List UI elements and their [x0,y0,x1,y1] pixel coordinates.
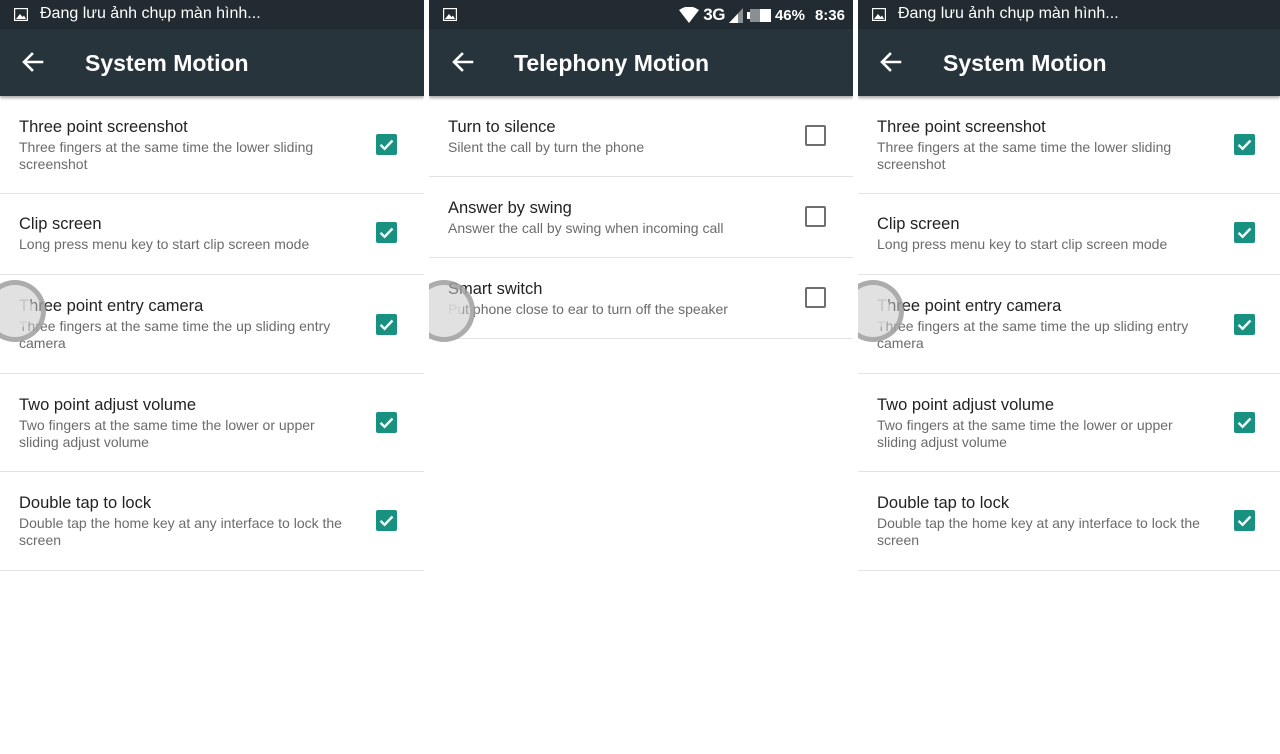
arrow-left-icon[interactable] [20,49,46,75]
app-toolbar: System Motion [858,29,1280,96]
setting-summary: Two fingers at the same time the lower o… [877,417,1173,450]
setting-summary: Three fingers at the same time the lower… [19,139,314,172]
setting-title: Three point screenshot [877,118,1046,136]
setting-title: Three point screenshot [19,118,188,136]
setting-row-smart-switch[interactable]: Smart switch Put phone close to ear to t… [429,258,853,339]
wifi-icon [679,7,700,23]
setting-summary: Three fingers at the same time the up sl… [19,318,331,351]
checkmark-icon [379,227,394,239]
setting-checkbox[interactable] [805,287,826,308]
setting-title: Two point adjust volume [877,396,1055,414]
setting-row-clip-screen[interactable]: Clip screen Long press menu key to start… [0,194,424,275]
signal-icon [728,7,743,23]
setting-title: Double tap to lock [877,494,1010,512]
setting-title: Smart switch [448,280,543,298]
setting-title: Double tap to lock [19,494,152,512]
checkmark-icon [1237,515,1252,527]
setting-checkbox[interactable] [376,412,397,433]
setting-title: Clip screen [19,215,102,233]
status-bar: Đang lưu ảnh chụp màn hình... [858,0,1280,29]
screen-system-motion-left: Đang lưu ảnh chụp màn hình... System Mot… [0,0,424,754]
setting-title: Two point adjust volume [19,396,197,414]
setting-checkbox[interactable] [1234,412,1255,433]
status-bar: Đang lưu ảnh chụp màn hình... [0,0,424,29]
settings-list: Three point screenshot Three fingers at … [0,96,424,571]
checkmark-icon [1237,139,1252,151]
checkmark-icon [379,139,394,151]
setting-checkbox[interactable] [805,125,826,146]
notification-text: Đang lưu ảnh chụp màn hình... [40,5,261,22]
setting-summary: Three fingers at the same time the lower… [877,139,1172,172]
app-toolbar: System Motion [0,29,424,96]
battery-icon [746,8,771,22]
network-type: 3G [703,5,725,24]
app-toolbar: Telephony Motion [429,29,853,96]
setting-row-turn-to-silence[interactable]: Turn to silence Silent the call by turn … [429,96,853,177]
screen-system-motion-right: Đang lưu ảnh chụp màn hình... System Mot… [858,0,1280,754]
setting-row-two-point-adjust-volume[interactable]: Two point adjust volume Two fingers at t… [0,374,424,472]
screen-telephony-motion: 3G 46% 8:36 Telephony Motion Turn to sil… [429,0,853,754]
setting-summary: Long press menu key to start clip screen… [19,236,310,252]
clock: 8:36 [814,6,845,24]
image-notification-icon [14,8,28,21]
image-notification-icon [443,8,457,21]
setting-row-three-point-screenshot[interactable]: Three point screenshot Three fingers at … [0,96,424,194]
setting-summary: Silent the call by turn the phone [448,139,645,155]
checkmark-icon [1237,319,1252,331]
setting-checkbox[interactable] [376,222,397,243]
notification-text: Đang lưu ảnh chụp màn hình... [898,5,1119,22]
setting-checkbox[interactable] [376,314,397,335]
arrow-left-icon[interactable] [878,49,904,75]
setting-row-answer-by-swing[interactable]: Answer by swing Answer the call by swing… [429,177,853,258]
setting-row-three-point-screenshot[interactable]: Three point screenshot Three fingers at … [858,96,1280,194]
checkmark-icon [1237,227,1252,239]
setting-title: Three point entry camera [877,297,1062,315]
setting-row-two-point-adjust-volume[interactable]: Two point adjust volume Two fingers at t… [858,374,1280,472]
setting-summary: Double tap the home key at any interface… [19,515,342,548]
setting-checkbox[interactable] [376,134,397,155]
setting-row-double-tap-to-lock[interactable]: Double tap to lock Double tap the home k… [858,472,1280,571]
setting-checkbox[interactable] [1234,314,1255,335]
page-title: System Motion [85,50,249,76]
setting-summary: Answer the call by swing when incoming c… [448,220,724,236]
setting-title: Clip screen [877,215,960,233]
setting-summary: Three fingers at the same time the up sl… [877,318,1189,351]
setting-summary: Double tap the home key at any interface… [877,515,1200,548]
setting-checkbox[interactable] [376,510,397,531]
setting-title: Three point entry camera [19,297,204,315]
setting-checkbox[interactable] [805,206,826,227]
status-icons: 3G 46% 8:36 [679,5,845,25]
setting-checkbox[interactable] [1234,510,1255,531]
setting-row-three-point-entry-camera[interactable]: Three point entry camera Three fingers a… [858,275,1280,374]
setting-checkbox[interactable] [1234,222,1255,243]
status-bar: 3G 46% 8:36 [429,0,853,29]
setting-row-three-point-entry-camera[interactable]: Three point entry camera Three fingers a… [0,275,424,374]
setting-row-clip-screen[interactable]: Clip screen Long press menu key to start… [858,194,1280,275]
arrow-left-icon[interactable] [450,49,476,75]
setting-row-double-tap-to-lock[interactable]: Double tap to lock Double tap the home k… [0,472,424,571]
setting-summary: Put phone close to ear to turn off the s… [448,301,728,317]
page-title: System Motion [943,50,1107,76]
settings-list: Turn to silence Silent the call by turn … [429,96,853,339]
checkmark-icon [1237,417,1252,429]
settings-list: Three point screenshot Three fingers at … [858,96,1280,571]
setting-title: Answer by swing [448,199,572,217]
setting-checkbox[interactable] [1234,134,1255,155]
image-notification-icon [872,8,886,21]
checkmark-icon [379,417,394,429]
setting-summary: Two fingers at the same time the lower o… [19,417,315,450]
checkmark-icon [379,515,394,527]
checkmark-icon [379,319,394,331]
battery-percent: 46% [774,6,805,24]
page-title: Telephony Motion [514,50,710,76]
setting-title: Turn to silence [448,118,556,136]
setting-summary: Long press menu key to start clip screen… [877,236,1168,252]
